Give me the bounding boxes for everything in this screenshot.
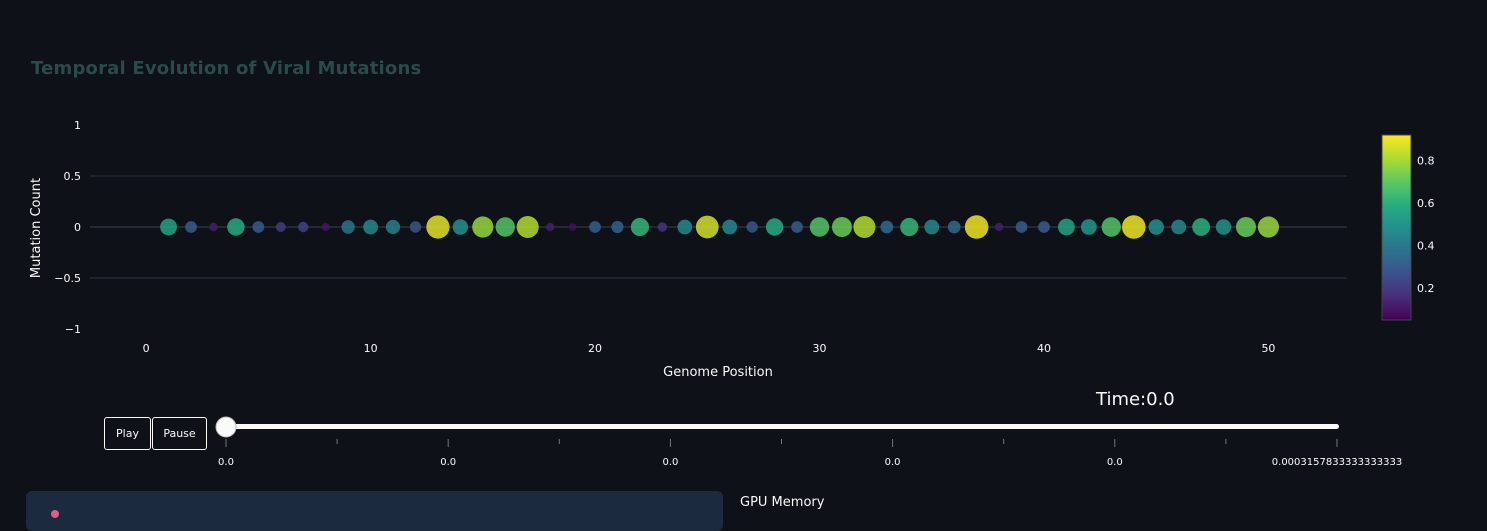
data-point[interactable] xyxy=(298,221,309,233)
x-tick-label: 50 xyxy=(1261,342,1275,355)
y-axis-ticks: 1 0.5 0 −0.5 −1 xyxy=(54,119,81,336)
colorbar-tick-label: 0.2 xyxy=(1417,282,1435,295)
data-point[interactable] xyxy=(568,223,577,231)
y-tick-label: 0 xyxy=(74,221,81,234)
data-point[interactable] xyxy=(495,217,515,237)
y-tick-label: 1 xyxy=(74,119,81,132)
data-point[interactable] xyxy=(994,222,1004,232)
x-tick-label: 0 xyxy=(143,342,150,355)
data-point[interactable] xyxy=(321,223,330,231)
data-point[interactable] xyxy=(589,221,601,233)
data-point[interactable] xyxy=(1257,216,1280,238)
data-point[interactable] xyxy=(947,220,961,234)
x-tick-label: 20 xyxy=(588,342,602,355)
data-point[interactable] xyxy=(185,221,197,233)
y-tick-label: −1 xyxy=(65,323,81,336)
data-point[interactable] xyxy=(275,222,286,232)
data-point[interactable] xyxy=(472,216,494,238)
colorbar-tick-label: 0.8 xyxy=(1417,155,1435,168)
data-point[interactable] xyxy=(924,219,940,235)
data-point[interactable] xyxy=(209,222,218,232)
data-point[interactable] xyxy=(1038,221,1050,233)
data-point[interactable] xyxy=(746,221,758,233)
data-point[interactable] xyxy=(1080,219,1097,235)
data-point[interactable] xyxy=(1171,219,1187,235)
data-point[interactable] xyxy=(1015,221,1028,233)
slider-tick-label: 0.0 xyxy=(662,457,678,468)
data-point[interactable] xyxy=(341,220,355,234)
data-point[interactable] xyxy=(611,220,624,234)
data-point[interactable] xyxy=(160,218,177,236)
x-tick-label: 40 xyxy=(1037,342,1051,355)
data-point[interactable] xyxy=(426,215,450,239)
slider-handle[interactable] xyxy=(215,416,237,438)
data-point[interactable] xyxy=(1101,217,1122,237)
colorbar-gradient xyxy=(1381,134,1412,321)
data-point[interactable] xyxy=(853,216,876,238)
data-point[interactable] xyxy=(516,216,539,238)
y-axis-label: Mutation Count xyxy=(29,178,44,278)
y-tick-label: −0.5 xyxy=(54,272,81,285)
slider-tick-label: 0.0 xyxy=(1107,457,1123,468)
data-point[interactable] xyxy=(409,221,422,233)
colorbar: 0.2 0.4 0.6 0.8 xyxy=(1381,134,1435,321)
slider-tick-label: 0.0 xyxy=(218,457,234,468)
x-axis-ticks: 0 10 20 30 40 50 xyxy=(143,342,1276,355)
x-tick-label: 10 xyxy=(364,342,378,355)
gpu-memory-label: GPU Memory xyxy=(740,495,825,510)
data-point[interactable] xyxy=(545,222,555,232)
scatter-plot[interactable]: 10.50−0.5−1 0 10 20 30 40 50 Genome Position … xyxy=(0,0,1487,480)
slider-tick-label: 0.0 xyxy=(440,457,456,468)
data-point[interactable] xyxy=(765,218,784,236)
time-slider[interactable]: 0.0 0.0 0.0 0.0 0.0 0.0003157833333333333 xyxy=(215,416,1402,468)
data-point[interactable] xyxy=(900,217,919,237)
info-card xyxy=(26,491,723,531)
time-label: Time:0.0 xyxy=(1096,389,1175,410)
data-point[interactable] xyxy=(657,222,668,232)
data-point[interactable] xyxy=(1121,215,1146,239)
data-point[interactable] xyxy=(695,215,719,239)
data-point[interactable] xyxy=(1148,219,1164,235)
data-point[interactable] xyxy=(1058,218,1075,236)
data-point[interactable] xyxy=(791,221,803,233)
data-point[interactable] xyxy=(964,215,989,239)
data-point[interactable] xyxy=(1215,219,1232,235)
card-icon xyxy=(51,510,59,518)
colorbar-ticks: 0.2 0.4 0.6 0.8 xyxy=(1417,155,1435,296)
data-point[interactable] xyxy=(630,217,650,237)
slider-tick-label: 0.0 xyxy=(885,457,901,468)
slider-ticks: 0.0 0.0 0.0 0.0 0.0 0.0003157833333333333 xyxy=(218,439,1402,468)
data-point[interactable] xyxy=(385,219,401,235)
data-point[interactable] xyxy=(880,220,894,234)
data-point[interactable] xyxy=(722,219,738,235)
data-point[interactable] xyxy=(831,217,852,237)
play-button[interactable]: Play xyxy=(104,417,151,450)
data-point[interactable] xyxy=(809,217,830,237)
data-point[interactable] xyxy=(1192,218,1210,236)
data-point[interactable] xyxy=(452,219,469,235)
colorbar-tick-label: 0.6 xyxy=(1417,197,1435,210)
data-point[interactable] xyxy=(677,219,693,235)
data-point[interactable] xyxy=(363,219,378,235)
data-point[interactable] xyxy=(227,218,245,236)
data-point[interactable] xyxy=(252,221,265,233)
x-tick-label: 30 xyxy=(813,342,827,355)
data-point[interactable] xyxy=(1235,217,1256,237)
colorbar-tick-label: 0.4 xyxy=(1417,240,1435,253)
y-tick-label: 0.5 xyxy=(64,170,82,183)
slider-tick-label: 0.0003157833333333333 xyxy=(1272,457,1402,468)
pause-button[interactable]: Pause xyxy=(152,417,207,450)
x-axis-label: Genome Position xyxy=(663,365,773,380)
slider-track[interactable] xyxy=(225,424,1339,429)
